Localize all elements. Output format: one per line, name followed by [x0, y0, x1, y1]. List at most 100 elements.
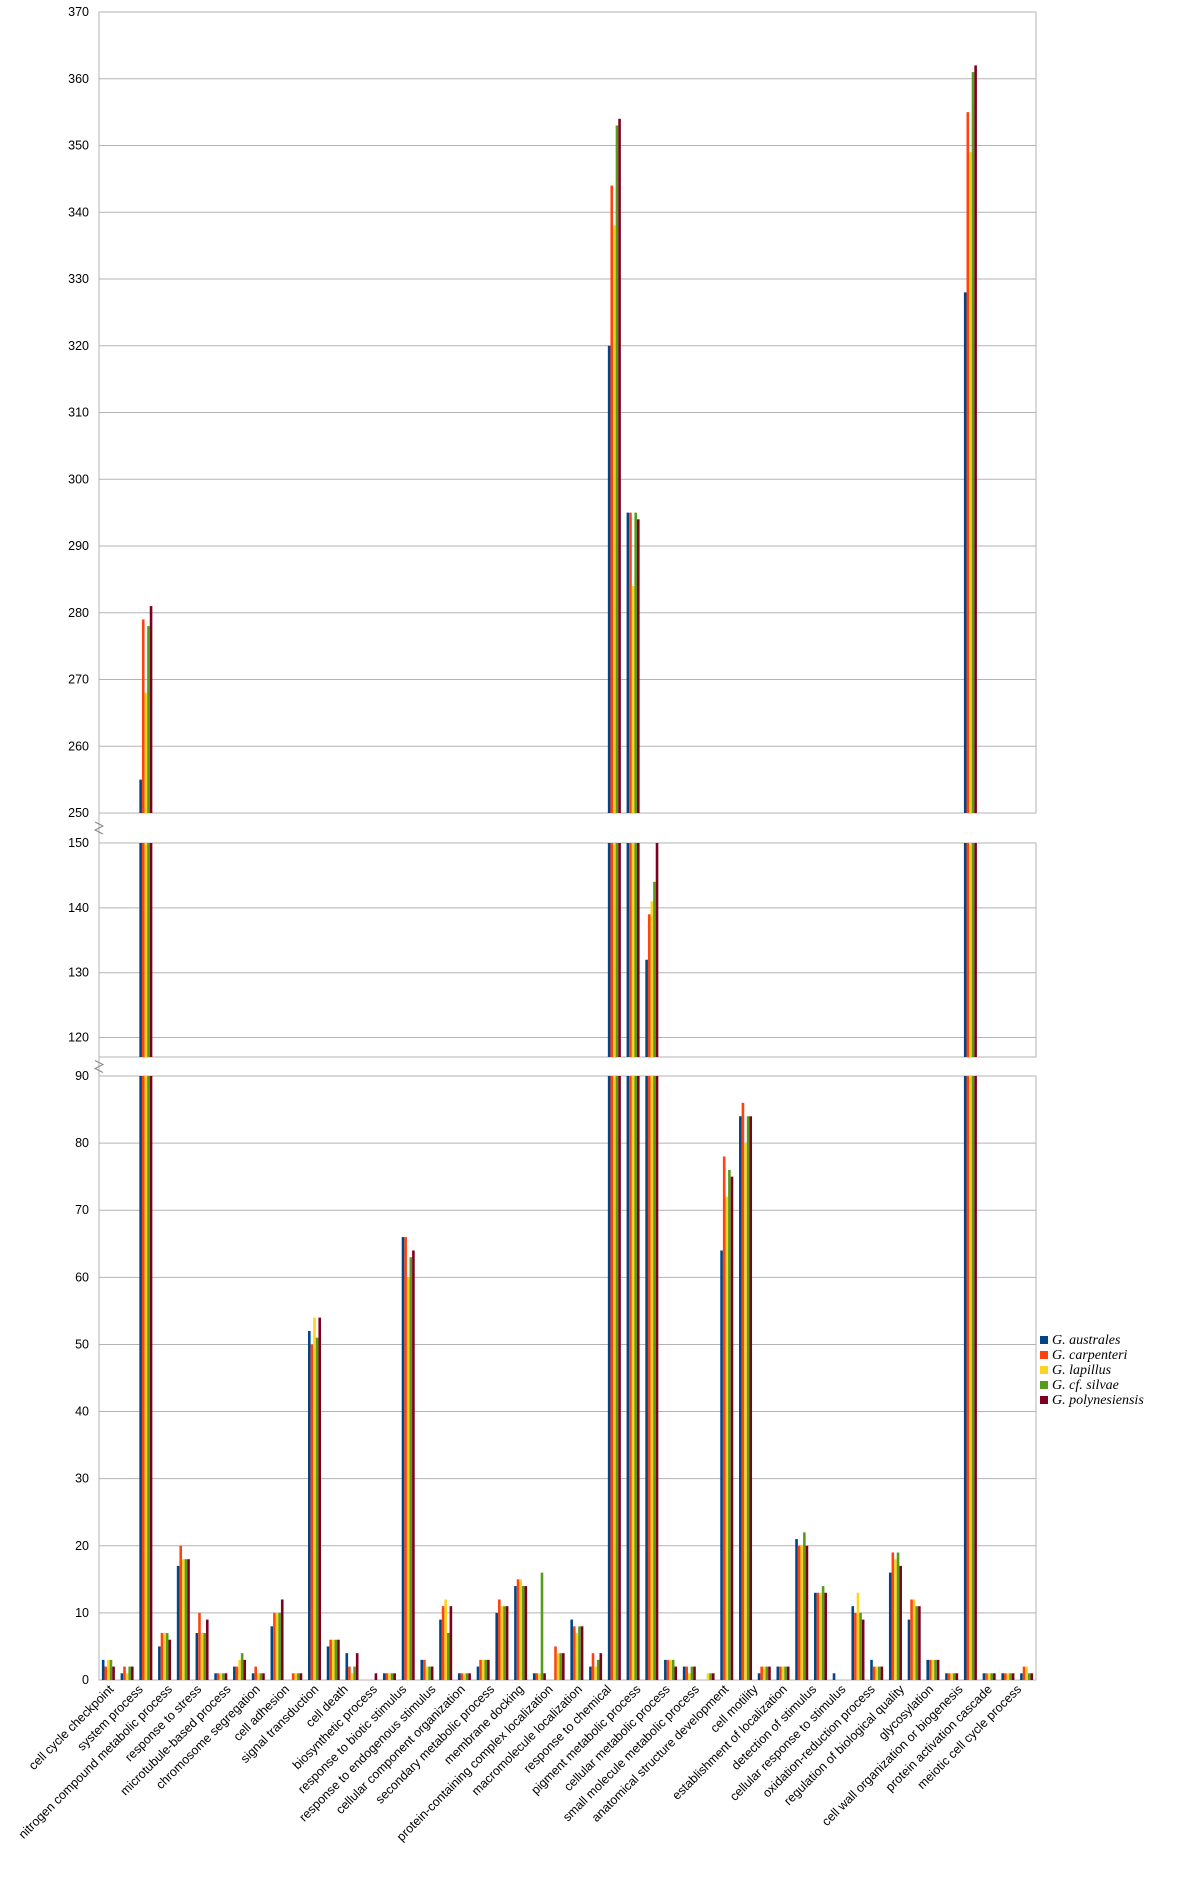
bar: [141, 843, 145, 1057]
bar: [505, 1606, 509, 1680]
bar: [382, 1673, 386, 1680]
bar: [664, 1659, 667, 1680]
bar: [139, 843, 142, 1057]
bar: [963, 292, 967, 814]
bar: [795, 1539, 798, 1680]
bar: [594, 1666, 597, 1680]
bar: [969, 843, 972, 1057]
bar: [291, 1673, 295, 1680]
bar: [645, 959, 648, 1057]
y-tick-label: 360: [68, 72, 89, 86]
y-tick-label: 140: [68, 901, 89, 915]
bar: [746, 1116, 750, 1680]
bar: [870, 1659, 873, 1680]
bar: [131, 1666, 134, 1680]
bar: [636, 1076, 640, 1680]
bar: [813, 1592, 817, 1680]
bar: [484, 1659, 488, 1680]
bar: [104, 1666, 108, 1680]
bar: [149, 1076, 153, 1680]
bar: [179, 1545, 183, 1680]
y-tick-label: 260: [68, 739, 89, 753]
bar: [348, 1666, 351, 1680]
bar: [655, 843, 659, 1057]
axis-break-marker: [93, 1060, 105, 1073]
bar: [629, 1076, 632, 1680]
bar: [786, 1666, 790, 1680]
bar: [441, 1606, 445, 1680]
bar: [158, 1646, 161, 1680]
bar: [859, 1612, 862, 1680]
bar: [337, 1639, 340, 1680]
bar: [693, 1666, 696, 1680]
y-tick-label: 330: [68, 272, 89, 286]
bar: [425, 1666, 429, 1680]
bar: [409, 1257, 413, 1680]
bar: [631, 1076, 635, 1680]
axis-break-marker: [93, 821, 105, 835]
bar: [650, 901, 654, 1057]
bar: [875, 1666, 879, 1680]
bar: [460, 1673, 464, 1680]
y-tick-label: 10: [75, 1606, 89, 1620]
chart-svg: 0 10 20 30 40 50 60 70 80 90 120 130 140 150 250 260 270…: [16, 5, 1145, 1844]
bar: [128, 1666, 132, 1680]
bar: [722, 1156, 726, 1680]
bar: [912, 1599, 916, 1680]
bar: [278, 1612, 281, 1680]
bar: [613, 843, 616, 1057]
legend-swatch: [1040, 1381, 1048, 1389]
bar: [891, 1552, 895, 1680]
bar: [240, 1653, 244, 1680]
bar: [222, 1673, 225, 1680]
bar: [993, 1673, 996, 1680]
bar: [123, 1666, 126, 1680]
bar: [888, 1572, 892, 1680]
bar: [650, 1076, 654, 1680]
bar: [200, 1633, 204, 1680]
bar: [1009, 1673, 1012, 1680]
bar: [1011, 1673, 1015, 1680]
bar: [310, 1344, 314, 1680]
bar: [297, 1673, 300, 1680]
bar: [682, 1666, 686, 1680]
bar: [538, 1673, 541, 1680]
legend-label: G. carpenteri: [1052, 1348, 1128, 1363]
bar: [280, 1599, 284, 1680]
legend-swatch: [1040, 1396, 1048, 1404]
bar: [861, 1619, 865, 1680]
bar: [514, 1586, 517, 1680]
bar: [251, 1673, 255, 1680]
legend-label: G. cf. silvae: [1052, 1378, 1119, 1393]
bar: [966, 112, 970, 814]
bar: [259, 1673, 263, 1680]
plot-segment-frame: [98, 842, 1037, 1058]
bar: [634, 843, 637, 1057]
bar: [168, 1639, 172, 1680]
bar: [139, 1076, 142, 1680]
bar: [388, 1673, 391, 1680]
bar: [607, 345, 611, 813]
chart: 0 10 20 30 40 50 60 70 80 90 120 130 140 150 250 260 270…: [0, 0, 1179, 1875]
bar: [872, 1666, 876, 1680]
y-tick-label: 30: [75, 1472, 89, 1486]
bar: [141, 1076, 145, 1680]
bar: [495, 1612, 499, 1680]
bar: [446, 1633, 450, 1680]
bar: [934, 1659, 937, 1680]
bar: [685, 1666, 689, 1680]
bar: [404, 1237, 407, 1680]
bar: [412, 1250, 415, 1680]
bar: [821, 1586, 825, 1680]
bar: [819, 1592, 822, 1680]
bar: [803, 1532, 806, 1680]
bar: [315, 1337, 319, 1680]
bar: [160, 1633, 164, 1680]
bar: [666, 1659, 670, 1680]
bar: [262, 1673, 265, 1680]
bar: [653, 1076, 656, 1680]
bar: [985, 1673, 988, 1680]
bar: [572, 1626, 576, 1680]
bar: [270, 1626, 274, 1680]
bar: [610, 185, 614, 814]
